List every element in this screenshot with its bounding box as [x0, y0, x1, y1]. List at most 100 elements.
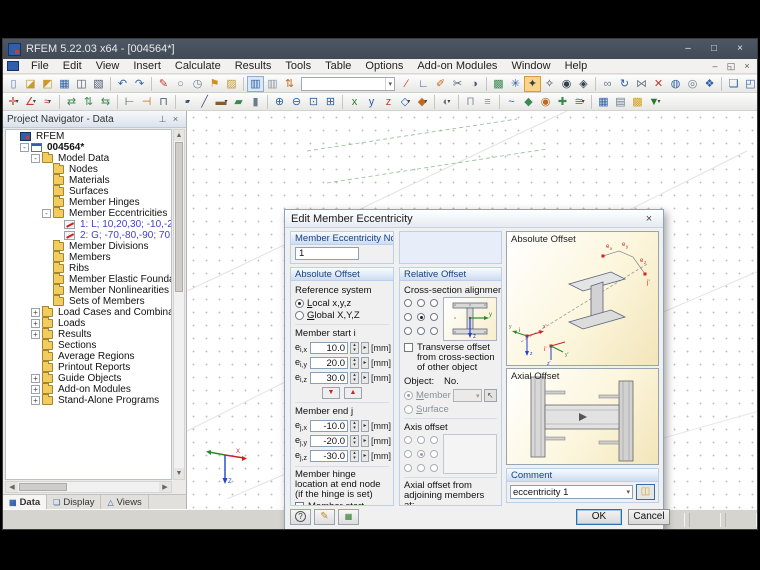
navigator-close-icon[interactable]: ×	[169, 114, 182, 124]
isometric-view-icon[interactable]: ◇ ▾	[397, 94, 414, 110]
project-copy-icon[interactable]: ⇆	[97, 94, 114, 110]
info-icon[interactable]: ◍	[667, 76, 684, 92]
display-mode-icon[interactable]: ◐ ▾	[438, 94, 455, 110]
selection-mode-icon[interactable]: ◆ ▾	[414, 94, 431, 110]
edit-description-button[interactable]: ✎	[314, 509, 335, 525]
tree-item-model-data[interactable]: - Model Data	[6, 152, 171, 164]
new-solid-icon[interactable]: ▮	[247, 94, 264, 110]
move-copy-icon[interactable]: ⇄	[63, 94, 80, 110]
e-j-x-input[interactable]: -10.0	[310, 419, 348, 432]
alignment-radio-7[interactable]	[417, 327, 425, 335]
detail-arrow-button[interactable]: ▸	[361, 419, 369, 432]
zoom-in-icon[interactable]: ⊕	[271, 94, 288, 110]
chevron-down-icon[interactable]: ▾	[385, 77, 394, 90]
results-combine-icon[interactable]: ≅ ▾	[571, 94, 588, 110]
results-stresses-icon[interactable]: ◉	[537, 94, 554, 110]
radio-circle[interactable]	[295, 310, 304, 320]
close-icon[interactable]: ×	[728, 42, 752, 57]
rotate-icon[interactable]: ↻	[616, 76, 633, 92]
mesh-icon[interactable]: ▩	[490, 76, 507, 92]
spinner-down-icon[interactable]: ▾	[353, 347, 356, 353]
spinner-down-icon[interactable]: ▾	[353, 440, 356, 446]
guidelines-settings-icon[interactable]: ∠ ▾	[22, 94, 39, 110]
tree-item-member-elastic-foundations[interactable]: Member Elastic Foundations	[6, 273, 171, 285]
tree-item-1-l-10-20-30-10-20-30[interactable]: 1: L; 10,20,30; -10,-20,-30	[6, 219, 171, 230]
settings-icon[interactable]: ◎	[684, 76, 701, 92]
menu-item-add-on-modules[interactable]: Add-on Modules	[410, 59, 504, 74]
detail-arrow-button[interactable]: ▸	[361, 341, 369, 354]
tree-item-materials[interactable]: Materials	[6, 174, 171, 186]
toolbar-combobox[interactable]: ▾	[301, 76, 395, 91]
new-folder-icon[interactable]: ▨	[223, 76, 240, 92]
scroll-up-icon[interactable]: ▲	[174, 130, 184, 141]
calculation-icon[interactable]: ✳	[507, 76, 524, 92]
scroll-right-icon[interactable]: ▶	[159, 482, 171, 492]
auto-hide-pin-icon[interactable]: ⊥	[156, 114, 169, 125]
find-icon[interactable]: ○	[172, 76, 189, 92]
eccentricity-number-field[interactable]: 1	[295, 247, 359, 260]
reference-radio-global-x-y-z[interactable]: Global X,Y,Z	[295, 309, 389, 321]
e-i-z-input[interactable]: 30.0	[310, 371, 348, 384]
minimize-icon[interactable]: –	[676, 42, 700, 57]
view-x-icon[interactable]: x	[346, 94, 363, 110]
results-supports-icon[interactable]: ✚	[554, 94, 571, 110]
tree-item-results[interactable]: + Results	[6, 328, 171, 340]
copy-down-button[interactable]: ▼	[322, 387, 340, 399]
tree-expander-plus-icon[interactable]: +	[31, 308, 40, 317]
undo-icon[interactable]: ↶	[114, 76, 131, 92]
navigator-horizontal-scrollbar[interactable]: ◀ ▶	[5, 481, 172, 493]
tree-expander-plus-icon[interactable]: +	[31, 396, 40, 405]
new-member-icon[interactable]: ▬ ▾	[213, 94, 230, 110]
tree-item-load-cases-and-combinations[interactable]: + Load Cases and Combinations	[6, 306, 171, 318]
spinner[interactable]: ▴ ▾	[350, 419, 359, 432]
work-plane-icon[interactable]: ≈ ▾	[39, 94, 56, 110]
e-i-y-input[interactable]: 20.0	[310, 356, 348, 369]
member-eccentricity-tool-icon[interactable]: ✦	[524, 75, 541, 92]
nodal-release-icon[interactable]: ◉	[558, 76, 575, 92]
extend-line-icon[interactable]: ⊓	[155, 94, 172, 110]
detail-arrow-button[interactable]: ▸	[361, 356, 369, 369]
results-deformation-icon[interactable]: ~	[503, 94, 520, 110]
open-folder-icon[interactable]: ◪	[22, 76, 39, 92]
alignment-radio-2[interactable]	[430, 299, 438, 307]
menu-item-file[interactable]: File	[24, 59, 56, 74]
zoom-out-icon[interactable]: ⊖	[288, 94, 305, 110]
alignment-radio-6[interactable]	[404, 327, 412, 335]
mirror-icon[interactable]: ⋈	[633, 76, 650, 92]
tree-item-average-regions[interactable]: Average Regions	[6, 350, 171, 362]
spinner-down-icon[interactable]: ▾	[353, 455, 356, 461]
hinge-checkbox-member-start[interactable]: Member start	[295, 502, 389, 505]
alignment-radio-0[interactable]	[404, 299, 412, 307]
mdi-close-icon[interactable]: ×	[739, 59, 755, 73]
comment-display-icon[interactable]: ❏	[725, 76, 742, 92]
tree-item-members[interactable]: Members	[6, 251, 171, 263]
tree-item-surfaces[interactable]: Surfaces	[6, 185, 171, 197]
edit-pencil-icon[interactable]: ✎	[155, 76, 172, 92]
line-release-icon[interactable]: ◈	[575, 76, 592, 92]
scrollbar-thumb[interactable]	[175, 142, 183, 292]
reference-radio-local-x-y-z[interactable]: Local x,y,z	[295, 297, 389, 309]
spinner[interactable]: ▴ ▾	[350, 356, 359, 369]
tree-item-add-on-modules[interactable]: + Add-on Modules	[6, 383, 171, 395]
e-j-y-input[interactable]: -20.0	[310, 434, 348, 447]
guide-object-icon[interactable]: ∕	[398, 76, 415, 92]
section-cut-icon[interactable]: ✂	[449, 76, 466, 92]
spinner-down-icon[interactable]: ▾	[353, 377, 356, 383]
tree-item-guide-objects[interactable]: + Guide Objects	[6, 372, 171, 384]
tree-item-member-divisions[interactable]: Member Divisions	[6, 240, 171, 252]
show-loads-icon[interactable]: Π	[462, 94, 479, 110]
tree-item-rfem[interactable]: RFEM	[6, 131, 171, 142]
tree-expander-minus-icon[interactable]: -	[42, 209, 51, 218]
tree-item-sets-of-members[interactable]: Sets of Members	[6, 295, 171, 307]
rotate-copy-icon[interactable]: ⇅	[80, 94, 97, 110]
detail-arrow-button[interactable]: ▸	[361, 434, 369, 447]
tab-display[interactable]: ❏ Display	[47, 495, 102, 509]
visibility-icon[interactable]: ◑	[466, 76, 483, 92]
menu-item-table[interactable]: Table	[318, 59, 358, 74]
menu-item-window[interactable]: Window	[504, 59, 557, 74]
tree-item-004564[interactable]: - 004564*	[6, 142, 171, 153]
dialog-close-icon[interactable]: ×	[641, 213, 657, 225]
history-clock-icon[interactable]: ◷	[189, 76, 206, 92]
tree-item-nodes[interactable]: Nodes	[6, 163, 171, 175]
menu-item-calculate[interactable]: Calculate	[168, 59, 228, 74]
